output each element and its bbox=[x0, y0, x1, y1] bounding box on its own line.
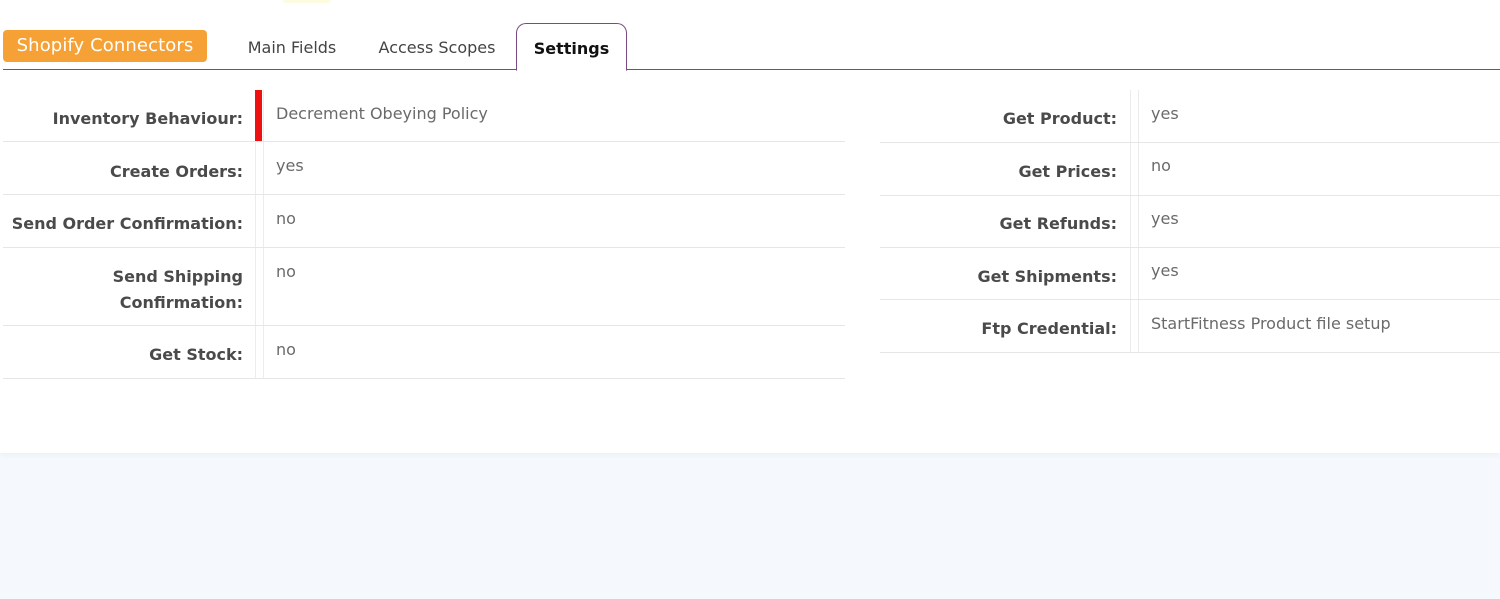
tab-settings[interactable]: Settings bbox=[516, 23, 627, 71]
field-row-get-stock: Get Stock: no bbox=[3, 326, 845, 379]
tab-main-fields[interactable]: Main Fields bbox=[247, 23, 337, 69]
column-divider bbox=[1130, 90, 1131, 142]
field-label: Inventory Behaviour: bbox=[52, 109, 243, 128]
field-value: yes bbox=[1151, 209, 1179, 228]
column-divider bbox=[1138, 248, 1139, 299]
field-value: yes bbox=[1151, 261, 1179, 280]
field-label: Get Shipments: bbox=[977, 267, 1117, 286]
column-divider bbox=[1138, 300, 1139, 352]
column-divider bbox=[1138, 143, 1139, 195]
column-divider bbox=[255, 142, 256, 194]
field-label: Get Product: bbox=[1002, 109, 1117, 128]
field-value: no bbox=[276, 340, 296, 359]
field-value: no bbox=[1151, 156, 1171, 175]
field-value: no bbox=[276, 209, 296, 228]
field-label: Send Shipping Confirmation: bbox=[112, 267, 243, 312]
column-divider bbox=[263, 142, 264, 194]
field-label: Get Refunds: bbox=[999, 214, 1118, 233]
column-divider bbox=[263, 248, 264, 325]
field-row-get-product: Get Product: yes bbox=[880, 90, 1500, 143]
required-marker bbox=[255, 90, 262, 141]
column-divider bbox=[255, 195, 256, 247]
field-value: yes bbox=[276, 156, 304, 175]
column-divider bbox=[1130, 248, 1131, 299]
field-label: Ftp Credential: bbox=[981, 319, 1117, 338]
field-label: Get Prices: bbox=[1018, 162, 1117, 181]
field-row-get-refunds: Get Refunds: yes bbox=[880, 196, 1500, 248]
column-divider bbox=[1138, 196, 1139, 247]
field-row-inventory-behaviour: Inventory Behaviour: Decrement Obeying P… bbox=[3, 90, 845, 142]
field-value: yes bbox=[1151, 104, 1179, 123]
column-divider bbox=[255, 248, 256, 325]
field-row-get-prices: Get Prices: no bbox=[880, 143, 1500, 196]
field-row-create-orders: Create Orders: yes bbox=[3, 142, 845, 195]
tab-access-scopes[interactable]: Access Scopes bbox=[375, 23, 499, 69]
column-divider bbox=[1130, 196, 1131, 247]
tab-bar: Shopify Connectors Main Fields Access Sc… bbox=[3, 23, 1500, 71]
column-divider bbox=[263, 90, 264, 141]
field-value: Decrement Obeying Policy bbox=[276, 104, 488, 123]
column-divider bbox=[255, 326, 256, 378]
field-row-send-order-confirmation: Send Order Confirmation: no bbox=[3, 195, 845, 248]
field-label: Send Order Confirmation: bbox=[11, 214, 243, 233]
field-label: Get Stock: bbox=[149, 345, 243, 364]
field-value: no bbox=[276, 262, 296, 281]
shopify-connectors-badge[interactable]: Shopify Connectors bbox=[3, 30, 207, 62]
field-label: Create Orders: bbox=[110, 162, 243, 181]
column-divider bbox=[1138, 90, 1139, 142]
top-decoration bbox=[283, 0, 331, 3]
column-divider bbox=[1130, 300, 1131, 352]
field-row-send-shipping-confirmation: Send Shipping Confirmation: no bbox=[3, 248, 845, 326]
field-row-get-shipments: Get Shipments: yes bbox=[880, 248, 1500, 300]
column-divider bbox=[1130, 143, 1131, 195]
column-divider bbox=[263, 326, 264, 378]
field-row-ftp-credential: Ftp Credential: StartFitness Product fil… bbox=[880, 300, 1500, 353]
field-value: StartFitness Product file setup bbox=[1151, 314, 1391, 333]
settings-panel: Shopify Connectors Main Fields Access Sc… bbox=[0, 0, 1500, 453]
column-divider bbox=[263, 195, 264, 247]
